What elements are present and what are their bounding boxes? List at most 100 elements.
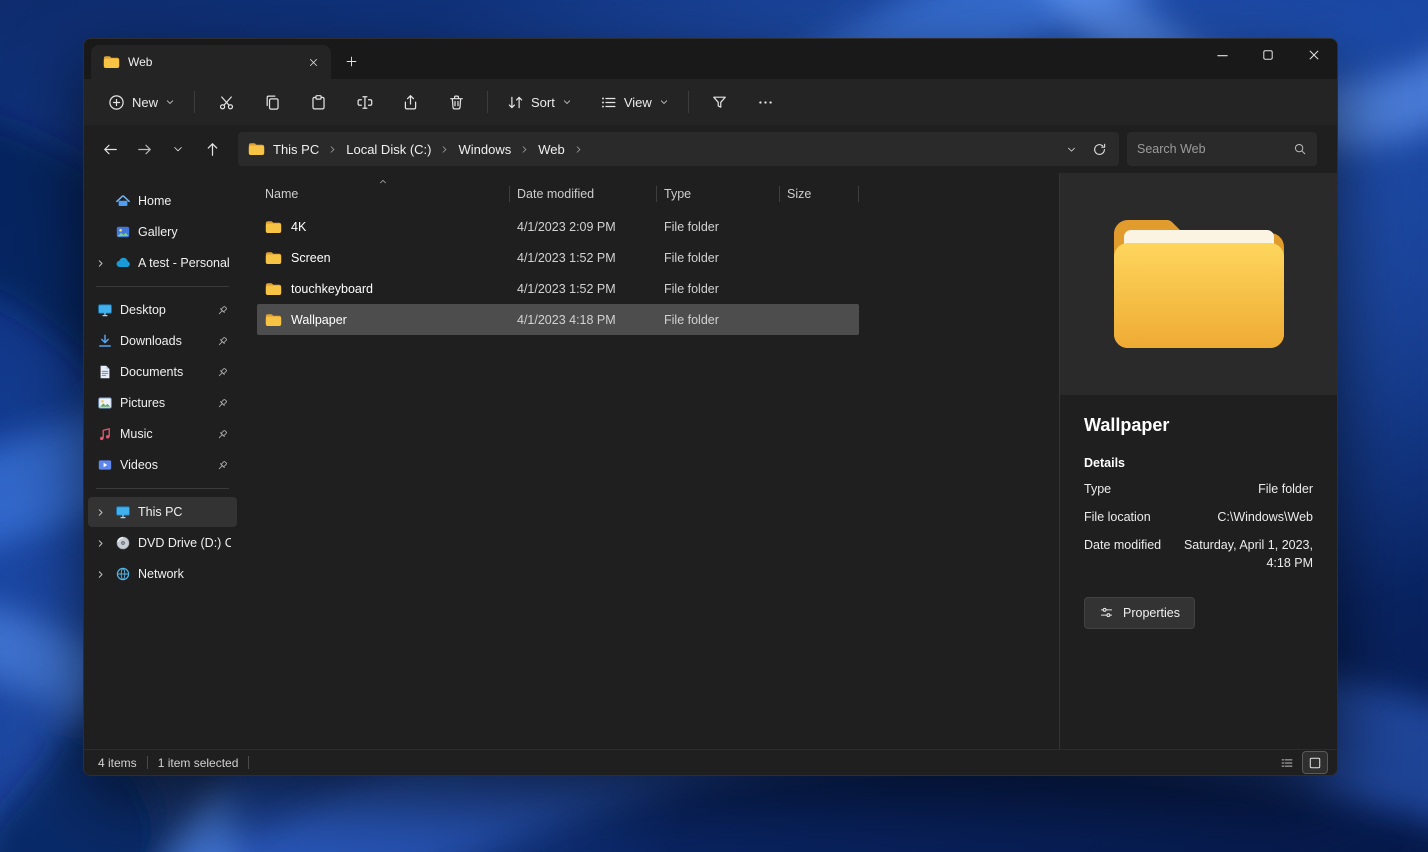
rename-icon	[356, 94, 373, 111]
minimize-button[interactable]	[1199, 39, 1245, 71]
file-type: File folder	[656, 313, 779, 327]
new-tab-button[interactable]	[337, 47, 365, 75]
sidebar-item-this-pc[interactable]: This PC	[88, 497, 237, 527]
see-more-button[interactable]	[744, 84, 788, 120]
refresh-button[interactable]	[1085, 135, 1113, 163]
address-bar: This PC Local Disk (C:) Windows Web	[84, 125, 1337, 173]
tab-bar: Web	[84, 39, 1337, 79]
sidebar-item-desktop[interactable]: Desktop	[88, 295, 237, 325]
folder-icon	[248, 142, 265, 156]
filter-button[interactable]	[698, 84, 742, 120]
refresh-icon	[1092, 142, 1107, 157]
chevron-right-icon[interactable]	[92, 507, 108, 518]
sidebar-item-label: Music	[120, 427, 153, 441]
breadcrumb[interactable]: This PC Local Disk (C:) Windows Web	[238, 132, 1119, 166]
file-row-wallpaper-selected[interactable]: Wallpaper 4/1/2023 4:18 PM File folder	[257, 304, 859, 335]
detail-label: Type	[1084, 480, 1168, 498]
tab-close-icon[interactable]	[301, 50, 325, 74]
delete-button[interactable]	[434, 84, 478, 120]
toolbar-separator	[194, 91, 195, 113]
breadcrumb-chevron-icon[interactable]	[574, 145, 583, 154]
music-icon	[96, 426, 114, 442]
sidebar-item-label: Pictures	[120, 396, 165, 410]
search-input[interactable]	[1137, 142, 1293, 156]
column-header-date-modified[interactable]: Date modified	[509, 177, 656, 211]
folder-icon	[265, 251, 282, 265]
address-dropdown-button[interactable]	[1057, 135, 1085, 163]
file-row-4k[interactable]: 4K 4/1/2023 2:09 PM File folder	[257, 211, 859, 242]
column-header-name[interactable]: Name	[257, 177, 509, 211]
status-bar: 4 items 1 item selected	[84, 749, 1337, 775]
chevron-right-icon[interactable]	[92, 258, 108, 269]
properties-button[interactable]: Properties	[1084, 597, 1195, 629]
new-button-label: New	[132, 95, 158, 110]
home-icon	[114, 193, 132, 209]
close-button[interactable]	[1291, 39, 1337, 71]
breadcrumb-item-this-pc[interactable]: This PC	[266, 136, 326, 162]
thumbnail-view-button[interactable]	[1303, 752, 1327, 773]
folder-icon	[103, 55, 120, 69]
breadcrumb-item-local-disk[interactable]: Local Disk (C:)	[339, 136, 438, 162]
dvd-icon	[114, 535, 132, 551]
forward-button[interactable]	[128, 133, 160, 165]
status-separator	[248, 756, 249, 769]
file-explorer-window: Web New	[83, 38, 1338, 776]
sort-button-label: Sort	[531, 95, 555, 110]
copy-button[interactable]	[250, 84, 294, 120]
file-type: File folder	[656, 282, 779, 296]
file-type: File folder	[656, 220, 779, 234]
filter-icon	[711, 94, 728, 111]
detail-value: Saturday, April 1, 2023, 4:18 PM	[1168, 536, 1313, 572]
sidebar-item-videos[interactable]: Videos	[88, 450, 237, 480]
view-button-label: View	[624, 95, 652, 110]
sidebar-item-pictures[interactable]: Pictures	[88, 388, 237, 418]
column-header-size[interactable]: Size	[779, 177, 859, 211]
up-button[interactable]	[196, 133, 228, 165]
share-icon	[402, 94, 419, 111]
recent-locations-button[interactable]	[162, 133, 194, 165]
sidebar-divider	[96, 488, 229, 489]
share-button[interactable]	[388, 84, 432, 120]
sidebar-item-documents[interactable]: Documents	[88, 357, 237, 387]
breadcrumb-item-windows[interactable]: Windows	[451, 136, 518, 162]
detail-label: File location	[1084, 508, 1168, 526]
chevron-down-icon	[659, 97, 669, 107]
search-icon[interactable]	[1293, 142, 1307, 156]
pin-icon	[216, 304, 231, 317]
details-view-button[interactable]	[1275, 752, 1299, 773]
sidebar-item-onedrive[interactable]: A test - Personal	[88, 248, 237, 278]
chevron-right-icon[interactable]	[92, 569, 108, 580]
rename-button[interactable]	[342, 84, 386, 120]
paste-button[interactable]	[296, 84, 340, 120]
paste-icon	[310, 94, 327, 111]
breadcrumb-chevron-icon[interactable]	[328, 145, 337, 154]
breadcrumb-chevron-icon[interactable]	[440, 145, 449, 154]
view-button[interactable]: View	[590, 84, 679, 120]
sidebar-item-dvd-drive[interactable]: DVD Drive (D:) CCC	[88, 528, 237, 558]
chevron-down-icon	[562, 97, 572, 107]
breadcrumb-item-web[interactable]: Web	[531, 136, 572, 162]
sort-button[interactable]: Sort	[497, 84, 582, 120]
toolbar-separator	[487, 91, 488, 113]
sidebar-item-gallery[interactable]: Gallery	[88, 217, 237, 247]
sidebar-item-music[interactable]: Music	[88, 419, 237, 449]
view-icon	[600, 94, 617, 111]
sidebar-item-network[interactable]: Network	[88, 559, 237, 589]
sidebar-item-home[interactable]: Home	[88, 186, 237, 216]
breadcrumb-chevron-icon[interactable]	[520, 145, 529, 154]
cut-button[interactable]	[204, 84, 248, 120]
tab-web[interactable]: Web	[91, 45, 331, 79]
sidebar-item-label: A test - Personal	[138, 256, 230, 270]
column-header-type[interactable]: Type	[656, 177, 779, 211]
file-row-screen[interactable]: Screen 4/1/2023 1:52 PM File folder	[257, 242, 859, 273]
new-button[interactable]: New	[98, 84, 185, 120]
maximize-button[interactable]	[1245, 39, 1291, 71]
chevron-right-icon[interactable]	[92, 538, 108, 549]
sidebar-item-downloads[interactable]: Downloads	[88, 326, 237, 356]
back-button[interactable]	[94, 133, 126, 165]
documents-icon	[96, 364, 114, 380]
new-tab-icon	[345, 55, 358, 68]
selection-count: 1 item selected	[158, 756, 239, 770]
file-row-touchkeyboard[interactable]: touchkeyboard 4/1/2023 1:52 PM File fold…	[257, 273, 859, 304]
details-pane: Wallpaper Details Type File folder File …	[1059, 173, 1337, 749]
